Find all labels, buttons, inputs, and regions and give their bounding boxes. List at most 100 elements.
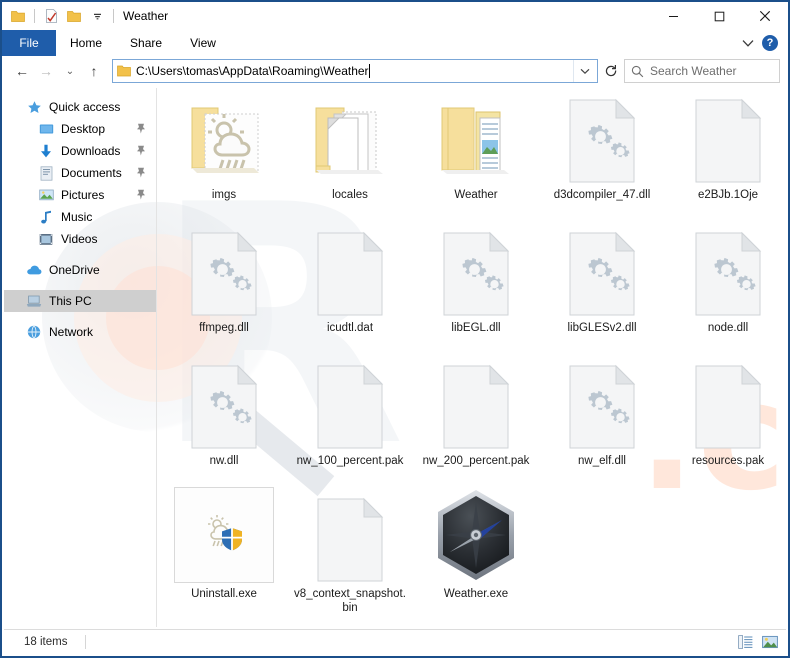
sidebar-item-pictures[interactable]: Pictures	[4, 184, 156, 206]
blank-document-icon	[695, 364, 762, 449]
help-button[interactable]: ?	[762, 35, 778, 51]
sidebar-gap-1	[4, 250, 156, 259]
file-label: resources.pak	[691, 455, 765, 467]
tab-share[interactable]: Share	[116, 30, 176, 56]
file-item[interactable]: Weather	[413, 92, 539, 225]
pin-icon[interactable]	[136, 167, 146, 179]
folder-icon[interactable]	[8, 6, 28, 26]
properties-icon[interactable]	[41, 6, 61, 26]
file-icon	[678, 98, 778, 184]
sidebar-item-this-pc[interactable]: This PC	[4, 290, 156, 312]
path-text: C:\Users\tomas\AppData\Roaming\Weather	[136, 63, 370, 79]
close-button[interactable]	[742, 2, 788, 30]
file-item[interactable]: e2BJb.1Oje	[665, 92, 786, 225]
sidebar-item-label: Pictures	[61, 188, 105, 202]
pin-icon[interactable]	[136, 189, 146, 201]
dll-gears-icon	[569, 98, 636, 183]
sidebar-item-label: This PC	[49, 294, 92, 308]
ribbon-right-controls: ?	[742, 30, 788, 56]
file-item[interactable]: d3dcompiler_47.dll	[539, 92, 665, 225]
file-explorer-window: R .com	[0, 0, 790, 658]
minimize-button[interactable]	[650, 2, 696, 30]
search-box[interactable]: Search Weather	[624, 59, 780, 83]
file-list-pane[interactable]: imgs locales Weather d3dcompiler_47.dll …	[156, 88, 786, 627]
sidebar-item-quick-access[interactable]: Quick access	[4, 96, 156, 118]
file-icon	[678, 364, 778, 450]
file-icon	[174, 231, 274, 317]
maximize-button[interactable]	[696, 2, 742, 30]
chevron-down-icon[interactable]	[742, 39, 754, 48]
sidebar-item-network[interactable]: Network	[4, 321, 156, 343]
details-view-icon[interactable]	[737, 634, 754, 650]
customize-chevron-icon[interactable]	[87, 6, 107, 26]
path-dropdown-chevron-icon[interactable]	[573, 60, 595, 82]
pin-icon[interactable]	[136, 145, 146, 157]
address-bar: ← → ⌄ ↑ C:\Users\tomas\AppData\Roaming\W…	[2, 56, 788, 86]
star-icon	[26, 99, 42, 115]
file-item[interactable]: imgs	[161, 92, 287, 225]
forward-button[interactable]: →	[34, 59, 58, 83]
dll-gears-icon	[191, 231, 258, 316]
file-item[interactable]: nw_200_percent.pak	[413, 358, 539, 491]
item-count-label: 18 items	[24, 636, 68, 648]
sidebar-item-label: Quick access	[49, 100, 121, 114]
view-toggle-group	[737, 634, 778, 650]
refresh-button[interactable]	[598, 59, 624, 83]
file-label: nw_100_percent.pak	[296, 455, 404, 467]
dll-gears-icon	[443, 231, 510, 316]
sidebar-item-downloads[interactable]: Downloads	[4, 140, 156, 162]
file-item[interactable]: libGLESv2.dll	[539, 225, 665, 358]
recent-locations-button[interactable]: ⌄	[58, 59, 82, 83]
file-item[interactable]: nw.dll	[161, 358, 287, 491]
sidebar-item-label: OneDrive	[49, 263, 100, 277]
file-item-selected[interactable]: Uninstall.exe	[161, 487, 287, 624]
dll-gears-icon	[695, 231, 762, 316]
file-item[interactable]: libEGL.dll	[413, 225, 539, 358]
file-item[interactable]: ffmpeg.dll	[161, 225, 287, 358]
sidebar-item-desktop[interactable]: Desktop	[4, 118, 156, 140]
search-icon	[631, 65, 644, 78]
tab-home[interactable]: Home	[56, 30, 116, 56]
tab-file[interactable]: File	[2, 30, 56, 56]
sidebar-item-onedrive[interactable]: OneDrive	[4, 259, 156, 281]
file-icon	[426, 231, 526, 317]
sidebar-item-videos[interactable]: Videos	[4, 228, 156, 250]
file-icon	[300, 98, 400, 184]
desktop-icon	[38, 121, 54, 137]
file-item[interactable]: Weather.exe	[413, 490, 539, 624]
sidebar-gap-3	[4, 312, 156, 321]
pin-icon[interactable]	[136, 123, 146, 135]
back-button[interactable]: ←	[10, 59, 34, 83]
file-icon	[300, 231, 400, 317]
file-item[interactable]: node.dll	[665, 225, 786, 358]
large-icons-view-icon[interactable]	[761, 634, 778, 650]
file-item[interactable]: resources.pak	[665, 358, 786, 491]
ribbon-tab-bar: File Home Share View ?	[2, 30, 788, 56]
file-icon	[300, 497, 400, 583]
file-item[interactable]: icudtl.dat	[287, 225, 413, 358]
path-input[interactable]: C:\Users\tomas\AppData\Roaming\Weather	[112, 59, 598, 83]
search-input[interactable]: Search Weather	[650, 64, 737, 78]
new-folder-icon[interactable]	[64, 6, 84, 26]
sidebar-item-label: Network	[49, 325, 94, 339]
file-item[interactable]: v8_context_snapshot.bin	[287, 491, 413, 624]
sidebar-item-documents[interactable]: Documents	[4, 162, 156, 184]
videos-icon	[38, 231, 54, 247]
file-icon	[552, 231, 652, 317]
file-icon	[552, 364, 652, 450]
file-item[interactable]: nw_elf.dll	[539, 358, 665, 491]
tab-view[interactable]: View	[176, 30, 230, 56]
blank-document-icon	[317, 231, 384, 316]
file-label: node.dll	[707, 322, 749, 334]
weather-shield-icon	[208, 515, 242, 551]
sidebar-item-music[interactable]: Music	[4, 206, 156, 228]
blank-document-icon	[317, 497, 384, 582]
file-item[interactable]: nw_100_percent.pak	[287, 358, 413, 491]
selection-box	[174, 487, 274, 583]
status-bar: 18 items	[4, 629, 786, 654]
file-item[interactable]: locales	[287, 92, 413, 225]
file-icon	[426, 490, 526, 583]
up-button[interactable]: ↑	[82, 59, 106, 83]
music-icon	[38, 209, 54, 225]
quick-access-toolbar	[8, 6, 117, 26]
